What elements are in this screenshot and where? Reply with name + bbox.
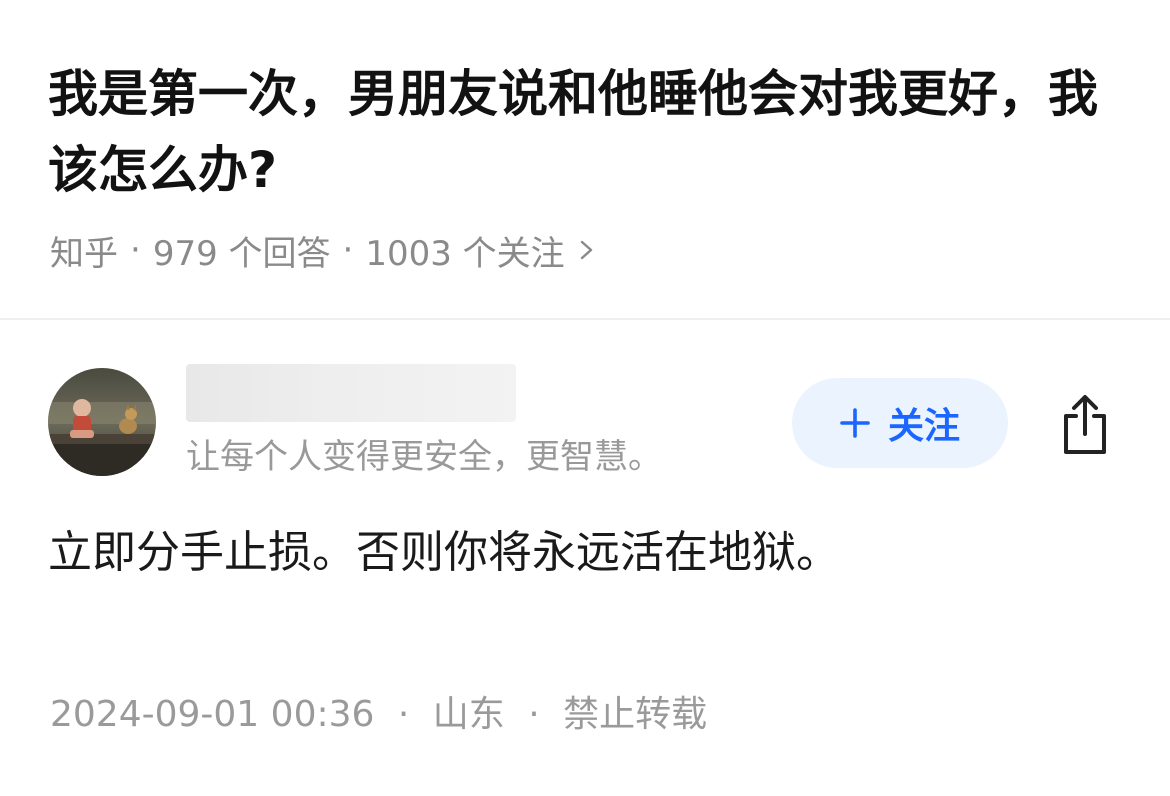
footer-separator: ·: [528, 694, 540, 735]
follow-label: 关注: [887, 406, 960, 447]
author-headline: 让每个人变得更安全，更智慧。: [186, 437, 662, 477]
answer-content: 立即分手止损。否则你将永远活在地狱。: [48, 527, 840, 578]
section-divider: [0, 318, 1170, 320]
question-meta[interactable]: 知乎 · 979 个回答 · 1003 个关注: [50, 226, 595, 274]
author-name-redacted: [186, 364, 516, 422]
follow-button[interactable]: 关注: [792, 378, 1008, 468]
follower-count: 1003 个关注: [365, 233, 565, 274]
answer-footer: 2024-09-01 00:36 · 山东 · 禁止转载: [50, 690, 707, 740]
question-title[interactable]: 我是第一次，男朋友说和他睡他会对我更好，我该怎么办?: [48, 56, 1128, 208]
share-icon[interactable]: [1052, 392, 1118, 458]
question-source: 知乎: [50, 233, 118, 274]
answer-location: 山东: [432, 694, 505, 735]
copyright-notice: 禁止转载: [563, 694, 708, 735]
chevron-right-icon: [580, 240, 592, 260]
meta-separator: ·: [342, 230, 354, 270]
answer-date: 2024-09-01 00:36: [50, 694, 375, 735]
author-avatar[interactable]: [48, 368, 156, 476]
plus-icon: [840, 408, 870, 438]
footer-separator: ·: [397, 694, 410, 735]
meta-separator: ·: [130, 230, 141, 270]
answer-count: 979 个回答: [152, 233, 331, 274]
